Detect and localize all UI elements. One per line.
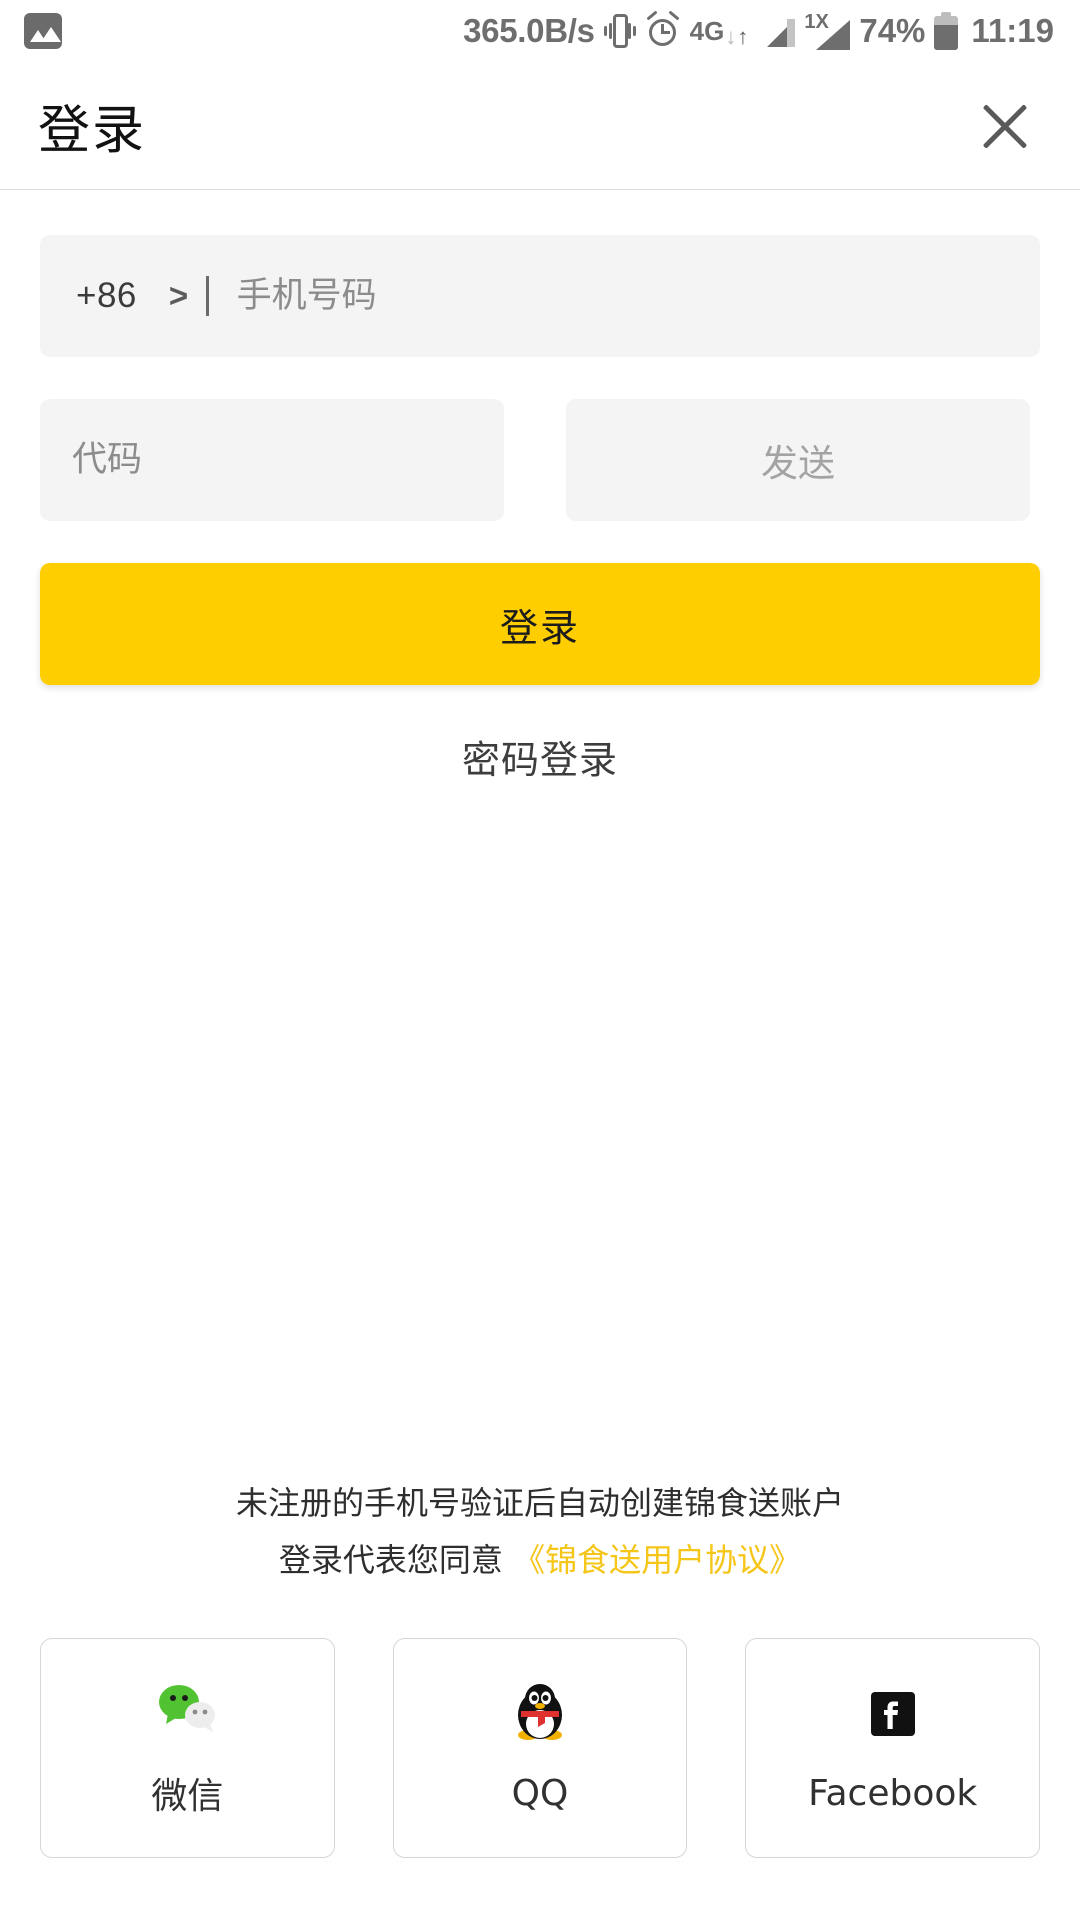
user-agreement-link[interactable]: 《锦食送用户协议》: [513, 1541, 801, 1579]
wechat-icon: [156, 1677, 218, 1739]
send-code-button[interactable]: 发送: [566, 399, 1030, 521]
app-bar: 登录: [0, 62, 1080, 190]
status-bar-left: [24, 13, 62, 49]
social-login-label: Facebook: [808, 1772, 978, 1814]
agreement-line-2: 登录代表您同意 《锦食送用户协议》: [40, 1536, 1040, 1586]
phone-input[interactable]: [236, 276, 1004, 316]
login-form: +86 > 发送 登录 密码登录: [0, 190, 1080, 784]
data-down-arrow-icon: ↓: [725, 24, 737, 50]
chevron-right-icon[interactable]: >: [169, 277, 188, 315]
network-type-label: 4G: [689, 16, 725, 46]
country-code-label[interactable]: +86: [76, 276, 137, 316]
signal-bars-icon: [757, 15, 796, 47]
agreement-line-1: 未注册的手机号验证后自动创建锦食送账户: [235, 1483, 844, 1522]
signal-bars-secondary-icon: 1X: [804, 11, 851, 50]
agreement-prefix: 登录代表您同意: [278, 1541, 503, 1580]
phone-field[interactable]: +86 >: [40, 235, 1040, 357]
code-row: 发送: [40, 399, 1040, 521]
facebook-icon: [867, 1683, 919, 1745]
social-login-label: 微信: [151, 1776, 224, 1817]
social-login-facebook[interactable]: Facebook: [745, 1638, 1041, 1858]
status-bar-right: 365.0B/s 4G ↓ ↑ 1X 74% 11:19: [463, 10, 1054, 50]
battery-icon: [934, 12, 959, 50]
close-icon[interactable]: [974, 95, 1036, 157]
gallery-icon: [24, 13, 62, 49]
login-screen: 365.0B/s 4G ↓ ↑ 1X 74% 11:19 登录 +86 > 手机…: [0, 0, 1080, 1920]
social-login-row: 微信 QQ Facebook: [40, 1638, 1041, 1858]
alarm-clock-icon: [645, 10, 681, 50]
code-field[interactable]: [40, 399, 504, 521]
status-bar: 365.0B/s 4G ↓ ↑ 1X 74% 11:19: [0, 0, 1080, 62]
page-title: 登录: [38, 101, 147, 161]
data-up-arrow-icon: ↑: [737, 24, 749, 50]
field-separator: [206, 276, 209, 316]
password-login-link[interactable]: 密码登录: [40, 729, 1040, 784]
code-input[interactable]: [72, 440, 472, 480]
network-speed-text: 365.0B/s: [463, 12, 595, 49]
login-button[interactable]: 登录: [40, 563, 1040, 685]
social-login-wechat[interactable]: 微信: [40, 1638, 335, 1858]
clock-label: 11:19: [971, 12, 1054, 49]
vibrate-icon: [603, 12, 636, 50]
agreement-block: 未注册的手机号验证后自动创建锦食送账户 登录代表您同意 《锦食送用户协议》: [40, 1479, 1040, 1586]
social-login-qq[interactable]: QQ: [392, 1638, 688, 1858]
mobile-data-icon: 4G ↓ ↑: [689, 16, 749, 50]
battery-percent-label: 74%: [859, 12, 926, 49]
qq-penguin-icon: [514, 1683, 566, 1745]
social-login-label: QQ: [511, 1772, 569, 1814]
footer: 未注册的手机号验证后自动创建锦食送账户 登录代表您同意 《锦食送用户协议》 微信…: [0, 1479, 1080, 1920]
